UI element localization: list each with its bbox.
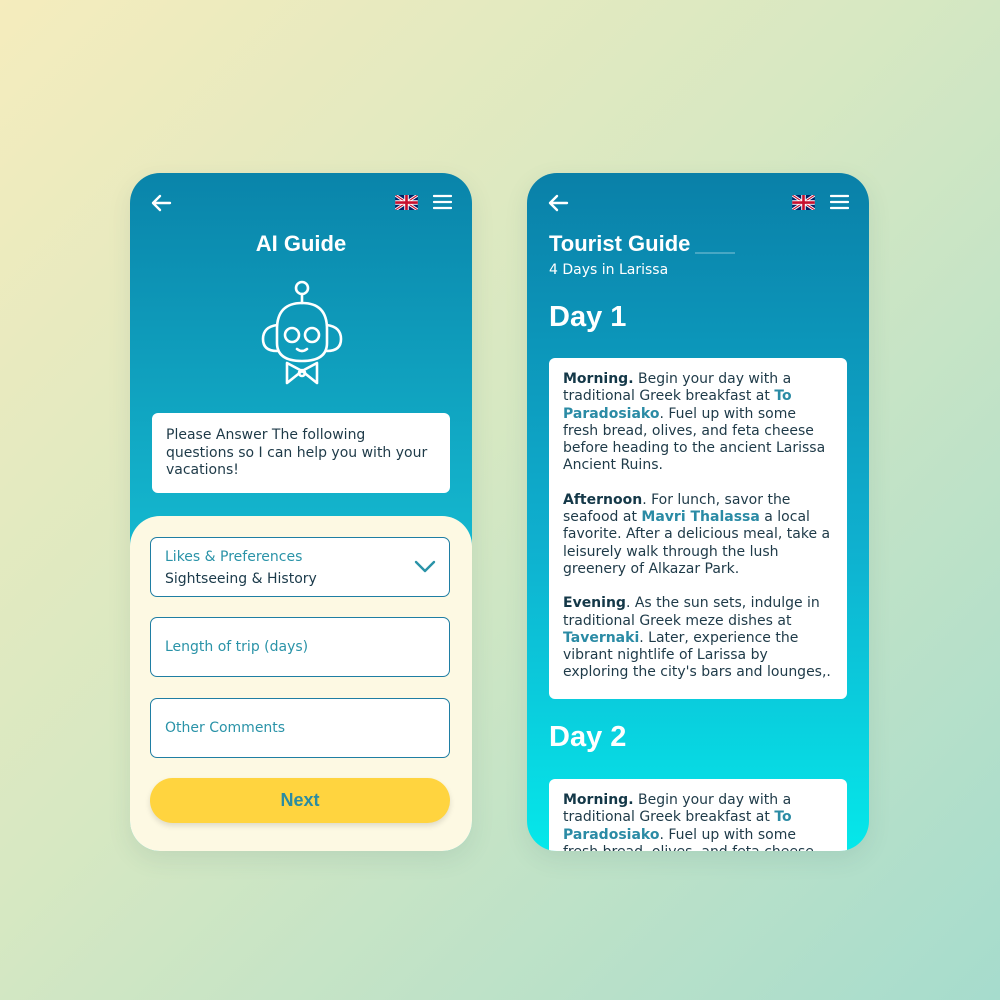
likes-preferences-dropdown[interactable]: Likes & Preferences Sightseeing & Histor… [150,537,450,597]
chevron-down-icon[interactable] [413,557,437,575]
page-title: AI Guide [255,231,347,256]
afternoon-paragraph: Afternoon. For lunch, savor the seafood … [563,492,833,578]
uk-flag-icon[interactable] [792,195,815,210]
evening-paragraph: Evening. As the sun sets, indulge in tra… [563,595,833,681]
place-link[interactable]: Tavernaki [563,630,639,646]
morning-paragraph: Morning. Begin your day with a tradition… [563,792,833,851]
morning-paragraph: Morning. Begin your day with a tradition… [563,371,833,475]
robot-icon [261,280,343,385]
page-title: Tourist Guide [549,231,691,256]
top-bar [527,191,869,215]
place-link[interactable]: Mavri Thalassa [641,509,759,525]
likes-preferences-label: Likes & Preferences [165,549,303,565]
page-subtitle: 4 Days in Larissa [549,262,669,278]
ai-guide-screen: AI Guide Please Answer The following que… [130,173,472,851]
top-bar [130,191,472,215]
trip-length-placeholder: Length of trip (days) [165,639,309,655]
menu-icon[interactable] [830,194,849,210]
title-underline [695,252,735,254]
questionnaire-form: Likes & Preferences Sightseeing & Histor… [130,516,472,851]
likes-preferences-value: Sightseeing & History [165,571,317,587]
morning-label: Morning. [563,371,634,387]
next-button[interactable]: Next [150,778,450,823]
day-heading: Day 1 [549,301,627,333]
itinerary-card: Morning. Begin your day with a tradition… [549,358,847,699]
other-comments-placeholder: Other Comments [165,720,286,736]
itinerary-card: Morning. Begin your day with a tradition… [549,779,847,851]
back-arrow-icon[interactable] [547,193,569,213]
trip-length-input[interactable]: Length of trip (days) [150,617,450,677]
intro-message: Please Answer The following questions so… [152,413,450,493]
morning-label: Morning. [563,792,634,808]
uk-flag-icon[interactable] [395,195,418,210]
day-heading: Day 2 [549,721,627,753]
evening-label: Evening [563,595,626,612]
afternoon-label: Afternoon [563,491,643,508]
other-comments-input[interactable]: Other Comments [150,698,450,758]
tourist-guide-screen: Tourist Guide 4 Days in Larissa Day 1 Mo… [527,173,869,851]
menu-icon[interactable] [433,194,452,210]
back-arrow-icon[interactable] [150,193,172,213]
